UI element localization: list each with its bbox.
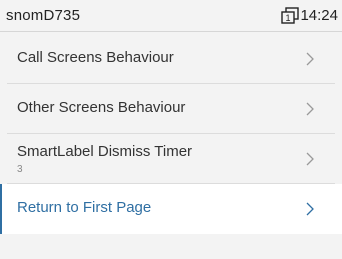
menu-item-value: 3 [17, 164, 23, 175]
menu-item-return-to-first-page[interactable]: Return to First Page [0, 184, 342, 234]
menu-item-label: Return to First Page [17, 199, 152, 216]
chevron-right-icon [306, 152, 314, 166]
menu-item-label: Other Screens Behaviour [17, 99, 186, 116]
menu-item-label: Call Screens Behaviour [17, 49, 174, 66]
device-name: snomD735 [6, 7, 81, 24]
line-key-icon: 1 [281, 7, 300, 24]
clock: 14:24 [300, 7, 338, 24]
chevron-right-icon [306, 102, 314, 116]
menu-item-call-screens-behaviour[interactable]: Call Screens Behaviour [7, 34, 335, 84]
settings-menu: Call Screens Behaviour Other Screens Beh… [0, 34, 342, 234]
status-right: 1 14:24 [281, 7, 338, 24]
menu-item-other-screens-behaviour[interactable]: Other Screens Behaviour [7, 84, 335, 134]
line-number: 1 [286, 13, 291, 23]
menu-item-label: SmartLabel Dismiss Timer [17, 143, 193, 160]
chevron-right-icon [306, 202, 314, 216]
chevron-right-icon [306, 52, 314, 66]
phone-screen: snomD735 1 14:24 Call Screens Behaviour … [0, 0, 342, 259]
menu-item-smartlabel-dismiss-timer[interactable]: SmartLabel Dismiss Timer 3 [7, 134, 335, 184]
status-bar: snomD735 1 14:24 [0, 0, 342, 32]
